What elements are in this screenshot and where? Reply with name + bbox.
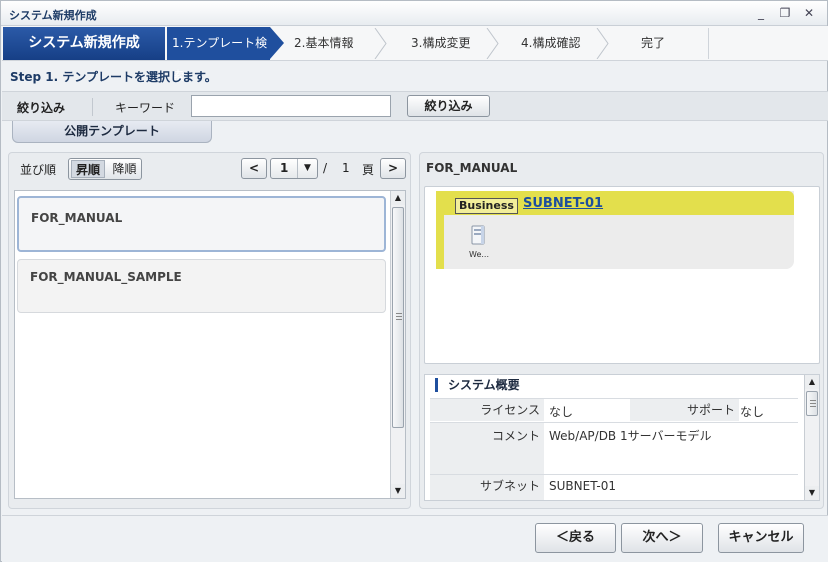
subnet-value: SUBNET-01 xyxy=(549,479,617,493)
scroll-down-icon[interactable]: ▼ xyxy=(391,484,405,498)
filter-button[interactable]: 絞り込み xyxy=(407,95,490,117)
preview-title: FOR_MANUAL xyxy=(426,161,518,175)
sort-toggle: 昇順 降順 xyxy=(68,158,142,180)
sort-desc-button[interactable]: 降順 xyxy=(108,160,141,178)
scroll-thumb[interactable] xyxy=(806,391,818,416)
support-value: なし xyxy=(740,405,765,419)
restore-icon[interactable]: ❐ xyxy=(777,5,793,21)
tab-public-templates[interactable]: 公開テンプレート xyxy=(12,121,212,143)
license-key: ライセンス xyxy=(430,399,544,421)
wizard-step-2: 2.基本情報 xyxy=(294,36,354,50)
list-scrollbar[interactable]: ▲ ▼ xyxy=(390,191,405,498)
scroll-down-icon[interactable]: ▼ xyxy=(805,486,819,500)
total-pages: 1 xyxy=(342,161,350,175)
system-summary: システム概要 ライセンス なし サポート なし コメント Web/AP/DB 1… xyxy=(424,374,820,501)
keyword-label: キーワード xyxy=(115,101,176,115)
minimize-icon[interactable]: _ xyxy=(753,5,769,21)
template-name: FOR_MANUAL_SAMPLE xyxy=(30,270,182,284)
page-unit: 頁 xyxy=(362,163,375,177)
wizard-window: システム新規作成 _ ❐ ✕ システム新規作成 1.テンプレート検索 2.基本情… xyxy=(0,0,828,562)
back-button[interactable]: ＜戻る xyxy=(535,523,616,553)
summary-heading: システム概要 xyxy=(435,378,520,392)
template-list: FOR_MANUAL FOR_MANUAL_SAMPLE ▲ ▼ xyxy=(14,190,406,499)
grip-icon xyxy=(810,400,816,407)
server-label: We... xyxy=(469,250,489,259)
grip-icon xyxy=(396,313,402,320)
page-separator: / xyxy=(323,161,328,175)
network-type-badge: Business xyxy=(455,198,518,214)
comment-value: Web/AP/DB 1サーバーモデル xyxy=(549,429,712,443)
step-separator xyxy=(596,28,610,59)
scroll-thumb[interactable] xyxy=(392,207,404,428)
network-name-link[interactable]: SUBNET-01 xyxy=(523,196,603,211)
template-item-for-manual-sample[interactable]: FOR_MANUAL_SAMPLE xyxy=(17,259,386,313)
filter-divider xyxy=(92,98,93,116)
template-list-panel: 並び順 昇順 降順 < 1 ▼ / 1 頁 > FOR_MANUAL FOR_M… xyxy=(8,152,411,509)
wizard-step-1: 1.テンプレート検索 xyxy=(167,27,270,83)
keyword-input[interactable] xyxy=(191,95,391,117)
summary-scrollbar[interactable]: ▲ ▼ xyxy=(804,375,819,500)
network-card: Business SUBNET-01 We... xyxy=(436,191,794,269)
wizard-main-label: システム新規作成 xyxy=(3,27,165,60)
chevron-down-icon: ▼ xyxy=(297,159,317,178)
next-page-button[interactable]: > xyxy=(380,158,406,179)
title-bar: システム新規作成 _ ❐ ✕ xyxy=(1,1,827,26)
close-icon[interactable]: ✕ xyxy=(801,5,817,21)
pager: < 1 ▼ / 1 頁 > xyxy=(241,158,409,179)
current-page: 1 xyxy=(280,161,289,175)
summary-row-license: ライセンス なし サポート なし xyxy=(430,398,798,421)
scroll-up-icon[interactable]: ▲ xyxy=(391,191,405,205)
template-item-for-manual[interactable]: FOR_MANUAL xyxy=(17,196,386,252)
prev-page-button[interactable]: < xyxy=(241,158,267,179)
step-arrow-active xyxy=(270,27,284,59)
template-name: FOR_MANUAL xyxy=(31,211,123,225)
support-key: サポート xyxy=(630,399,739,421)
sort-asc-button[interactable]: 昇順 xyxy=(71,160,105,178)
template-preview-panel: FOR_MANUAL Business SUBNET-01 We... システム… xyxy=(419,152,824,509)
step-separator xyxy=(486,28,500,59)
filter-label: 絞り込み xyxy=(17,101,66,115)
step-instruction: Step 1. テンプレートを選択します。 xyxy=(10,70,217,84)
server-icon[interactable] xyxy=(469,224,487,249)
topology-preview: Business SUBNET-01 We... xyxy=(424,186,820,364)
summary-row-comment: コメント Web/AP/DB 1サーバーモデル xyxy=(430,422,798,474)
filter-bar: 絞り込み キーワード 絞り込み xyxy=(2,91,828,121)
scroll-up-icon[interactable]: ▲ xyxy=(805,375,819,389)
wizard-step-5: 完了 xyxy=(641,36,666,50)
wizard-footer: ＜戻る 次へ＞ キャンセル xyxy=(2,515,828,562)
summary-row-subnet: サブネット SUBNET-01 xyxy=(430,474,798,500)
wizard-steps: システム新規作成 1.テンプレート検索 2.基本情報 3.構成変更 4.構成確認… xyxy=(2,26,828,83)
step-end-divider xyxy=(708,28,709,59)
window-title: システム新規作成 xyxy=(9,9,97,22)
network-stripe xyxy=(436,191,444,269)
comment-key: コメント xyxy=(430,423,544,474)
cancel-button[interactable]: キャンセル xyxy=(718,523,804,553)
page-select[interactable]: 1 ▼ xyxy=(270,158,318,179)
license-value: なし xyxy=(549,405,574,419)
subnet-key: サブネット xyxy=(430,475,544,500)
next-button[interactable]: 次へ＞ xyxy=(621,523,703,553)
step-separator xyxy=(374,28,388,59)
sort-label: 並び順 xyxy=(20,163,57,177)
